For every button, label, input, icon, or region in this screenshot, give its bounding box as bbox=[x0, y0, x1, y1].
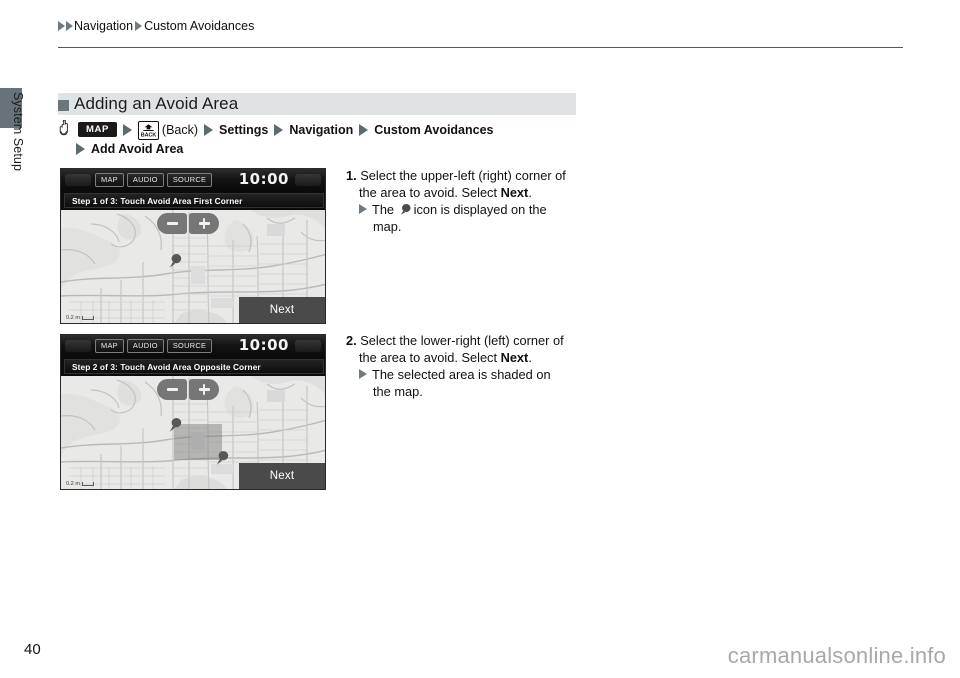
instruction-2-sub-cont: the map. bbox=[373, 383, 423, 399]
instruction-1-line1: Select the upper-left (right) corner bbox=[360, 168, 552, 183]
instruction-step-2: 2. Select the lower-right (left) corner … bbox=[346, 333, 584, 400]
map-pin-icon bbox=[400, 203, 411, 215]
navi-source-button[interactable]: SOURCE bbox=[166, 172, 213, 188]
navi-step-banner: Step 2 of 3: Touch Avoid Area Opposite C… bbox=[64, 359, 324, 374]
instruction-2-next-keyword: Next bbox=[500, 349, 529, 365]
breadcrumb-arrow-icon bbox=[58, 21, 65, 31]
sub-arrow-icon bbox=[359, 369, 367, 379]
zoom-in-button[interactable] bbox=[189, 379, 219, 400]
navi-map-button[interactable]: MAP bbox=[95, 338, 124, 354]
navi-map-area[interactable]: Next 0.2 m bbox=[61, 376, 325, 489]
header-divider bbox=[58, 47, 903, 48]
hand-pointer-icon bbox=[59, 120, 68, 136]
navigation-path-row-1: MAP BACK (Back) Settings Navigation Cust… bbox=[58, 120, 494, 140]
path-arrow-icon bbox=[76, 143, 85, 155]
instruction-1-next-keyword: Next bbox=[500, 184, 529, 200]
next-button[interactable]: Next bbox=[239, 297, 325, 323]
path-arrow-icon bbox=[204, 123, 214, 136]
path-arrow-icon bbox=[359, 123, 369, 136]
navigation-path-row-2: Add Avoid Area bbox=[76, 142, 494, 156]
instruction-2-body: 2. Select the lower-right (left) corner … bbox=[346, 333, 584, 366]
zoom-out-button[interactable] bbox=[157, 213, 187, 234]
breadcrumb-arrow-icon bbox=[135, 21, 143, 31]
navi-screenshot-step-1: MAP AUDIO SOURCE 10:00 Step 1 of 3: Touc… bbox=[60, 168, 326, 324]
zoom-out-button[interactable] bbox=[157, 379, 187, 400]
path-item-settings[interactable]: Settings bbox=[219, 123, 268, 137]
map-scale-label: 0.2 m bbox=[66, 481, 80, 487]
navi-audio-button[interactable]: AUDIO bbox=[126, 172, 164, 188]
next-button[interactable]: Next bbox=[239, 463, 325, 489]
svg-text:BACK: BACK bbox=[141, 132, 157, 138]
zoom-in-button[interactable] bbox=[189, 213, 219, 234]
instruction-1-body: 1. Select the upper-left (right) corner … bbox=[346, 168, 584, 201]
instruction-1-sub-post: icon is displayed on the bbox=[413, 202, 547, 217]
plus-icon bbox=[198, 218, 210, 229]
map-scale-bar bbox=[82, 482, 94, 486]
instruction-2-line2-post: . bbox=[528, 349, 532, 365]
sub-arrow-icon bbox=[359, 204, 367, 214]
map-scale-indicator: 0.2 m bbox=[66, 481, 94, 487]
navi-audio-button[interactable]: AUDIO bbox=[126, 338, 164, 354]
navi-top-bar: MAP AUDIO SOURCE 10:00 bbox=[61, 335, 325, 357]
breadcrumb-arrow-icon bbox=[66, 21, 73, 31]
breadcrumb-item-navigation: Navigation bbox=[74, 19, 134, 33]
instruction-1-sub-cont: map. bbox=[373, 218, 402, 234]
navi-source-button[interactable]: SOURCE bbox=[166, 338, 213, 354]
instruction-step-1: 1. Select the upper-left (right) corner … bbox=[346, 168, 584, 235]
breadcrumb: Navigation Custom Avoidances bbox=[58, 19, 254, 33]
section-heading-text: Adding an Avoid Area bbox=[74, 94, 239, 113]
map-hard-key[interactable]: MAP bbox=[78, 121, 117, 138]
path-arrow-icon bbox=[274, 123, 284, 136]
section-tab-label: System Setup bbox=[11, 92, 25, 172]
minus-icon bbox=[166, 222, 178, 225]
navi-screenshot-step-2: MAP AUDIO SOURCE 10:00 Step 2 of 3: Touc… bbox=[60, 334, 326, 490]
minus-icon bbox=[166, 388, 178, 391]
path-item-custom-avoidances[interactable]: Custom Avoidances bbox=[374, 123, 493, 137]
instruction-2-sub-pre: The selected area is shaded on bbox=[372, 367, 551, 382]
navi-step-banner: Step 1 of 3: Touch Avoid Area First Corn… bbox=[64, 193, 324, 208]
navi-map-button[interactable]: MAP bbox=[95, 172, 124, 188]
map-pin-icon bbox=[169, 254, 182, 268]
instruction-1-sub: The icon is displayed on the bbox=[346, 202, 584, 219]
section-bullet-icon bbox=[58, 99, 69, 111]
map-scale-label: 0.2 m bbox=[66, 315, 80, 321]
manual-page: System Setup Navigation Custom Avoidance… bbox=[0, 0, 960, 678]
back-key-label: (Back) bbox=[161, 122, 199, 137]
watermark: carmanualsonline.info bbox=[727, 643, 946, 668]
breadcrumb-item-custom-avoidances: Custom Avoidances bbox=[144, 19, 255, 33]
map-zoom-control[interactable] bbox=[157, 213, 219, 234]
path-item-add-avoid-area[interactable]: Add Avoid Area bbox=[91, 142, 183, 156]
instruction-2-number: 2. bbox=[346, 333, 357, 348]
navi-step-text: Step 1 of 3: Touch Avoid Area First Corn… bbox=[72, 195, 243, 206]
instruction-1-sub-pre: The bbox=[372, 202, 398, 217]
path-arrow-icon bbox=[122, 123, 132, 136]
navi-step-text: Step 2 of 3: Touch Avoid Area Opposite C… bbox=[72, 361, 261, 372]
section-heading: Adding an Avoid Area bbox=[58, 92, 238, 116]
navi-clock: 10:00 bbox=[238, 170, 289, 188]
back-hard-key[interactable]: BACK bbox=[137, 121, 159, 140]
map-scale-bar bbox=[82, 316, 94, 320]
map-zoom-control[interactable] bbox=[157, 379, 219, 400]
instruction-1-number: 1. bbox=[346, 168, 357, 183]
map-pin-icon bbox=[169, 418, 182, 432]
navi-clock: 10:00 bbox=[238, 336, 289, 354]
navi-map-area[interactable]: Next 0.2 m bbox=[61, 210, 325, 323]
instruction-1-line2-post: . bbox=[528, 184, 532, 200]
path-item-navigation[interactable]: Navigation bbox=[289, 123, 353, 137]
map-scale-indicator: 0.2 m bbox=[66, 315, 94, 321]
navi-top-bar: MAP AUDIO SOURCE 10:00 bbox=[61, 169, 325, 191]
navigation-path: MAP BACK (Back) Settings Navigation Cust… bbox=[58, 120, 494, 156]
map-pin-icon bbox=[216, 451, 229, 465]
instruction-2-sub: The selected area is shaded on bbox=[346, 367, 584, 384]
plus-icon bbox=[198, 384, 210, 395]
instruction-2-line1: Select the lower-right (left) corner bbox=[360, 333, 550, 348]
page-number: 40 bbox=[24, 641, 41, 658]
